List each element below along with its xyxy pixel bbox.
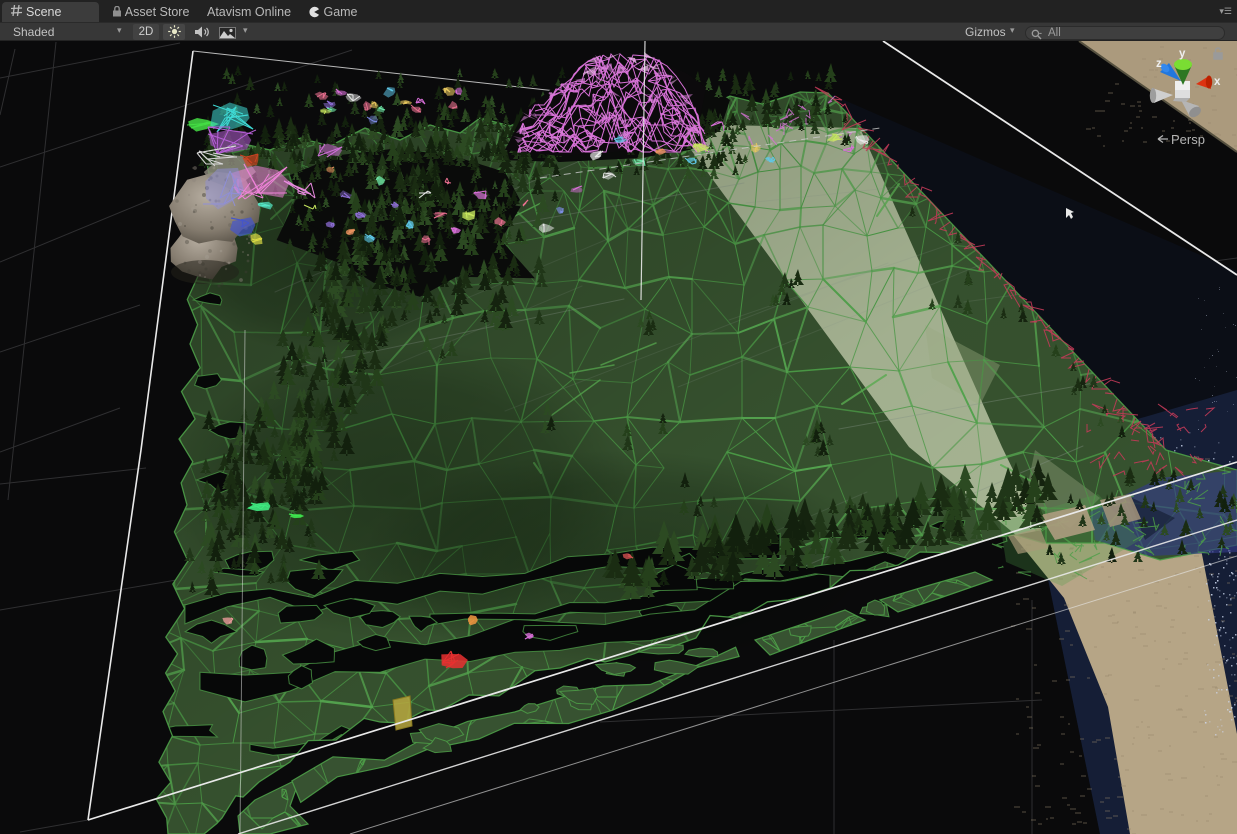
svg-text:z: z: [1156, 58, 1162, 70]
svg-text:Persp: Persp: [1171, 132, 1205, 147]
svg-text:y: y: [1179, 48, 1186, 60]
svg-text:x: x: [1214, 76, 1221, 88]
